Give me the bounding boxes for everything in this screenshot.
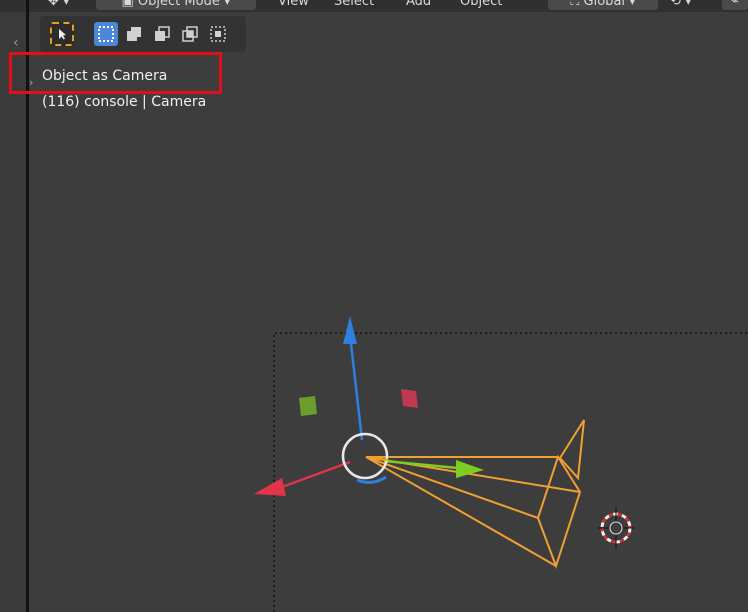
z-axis-gizmo[interactable] — [348, 334, 364, 441]
yz-plane-handle[interactable] — [299, 396, 317, 416]
camera-object[interactable] — [365, 419, 585, 570]
z-axis-arrow[interactable] — [343, 316, 357, 344]
xz-plane-handle[interactable] — [401, 389, 418, 408]
viewport-scene[interactable] — [0, 0, 748, 612]
camera-frame-border — [273, 332, 748, 612]
cursor-3d-icon[interactable] — [598, 508, 634, 548]
x-axis-arrow[interactable] — [254, 478, 286, 496]
x-axis-gizmo[interactable] — [281, 460, 351, 489]
